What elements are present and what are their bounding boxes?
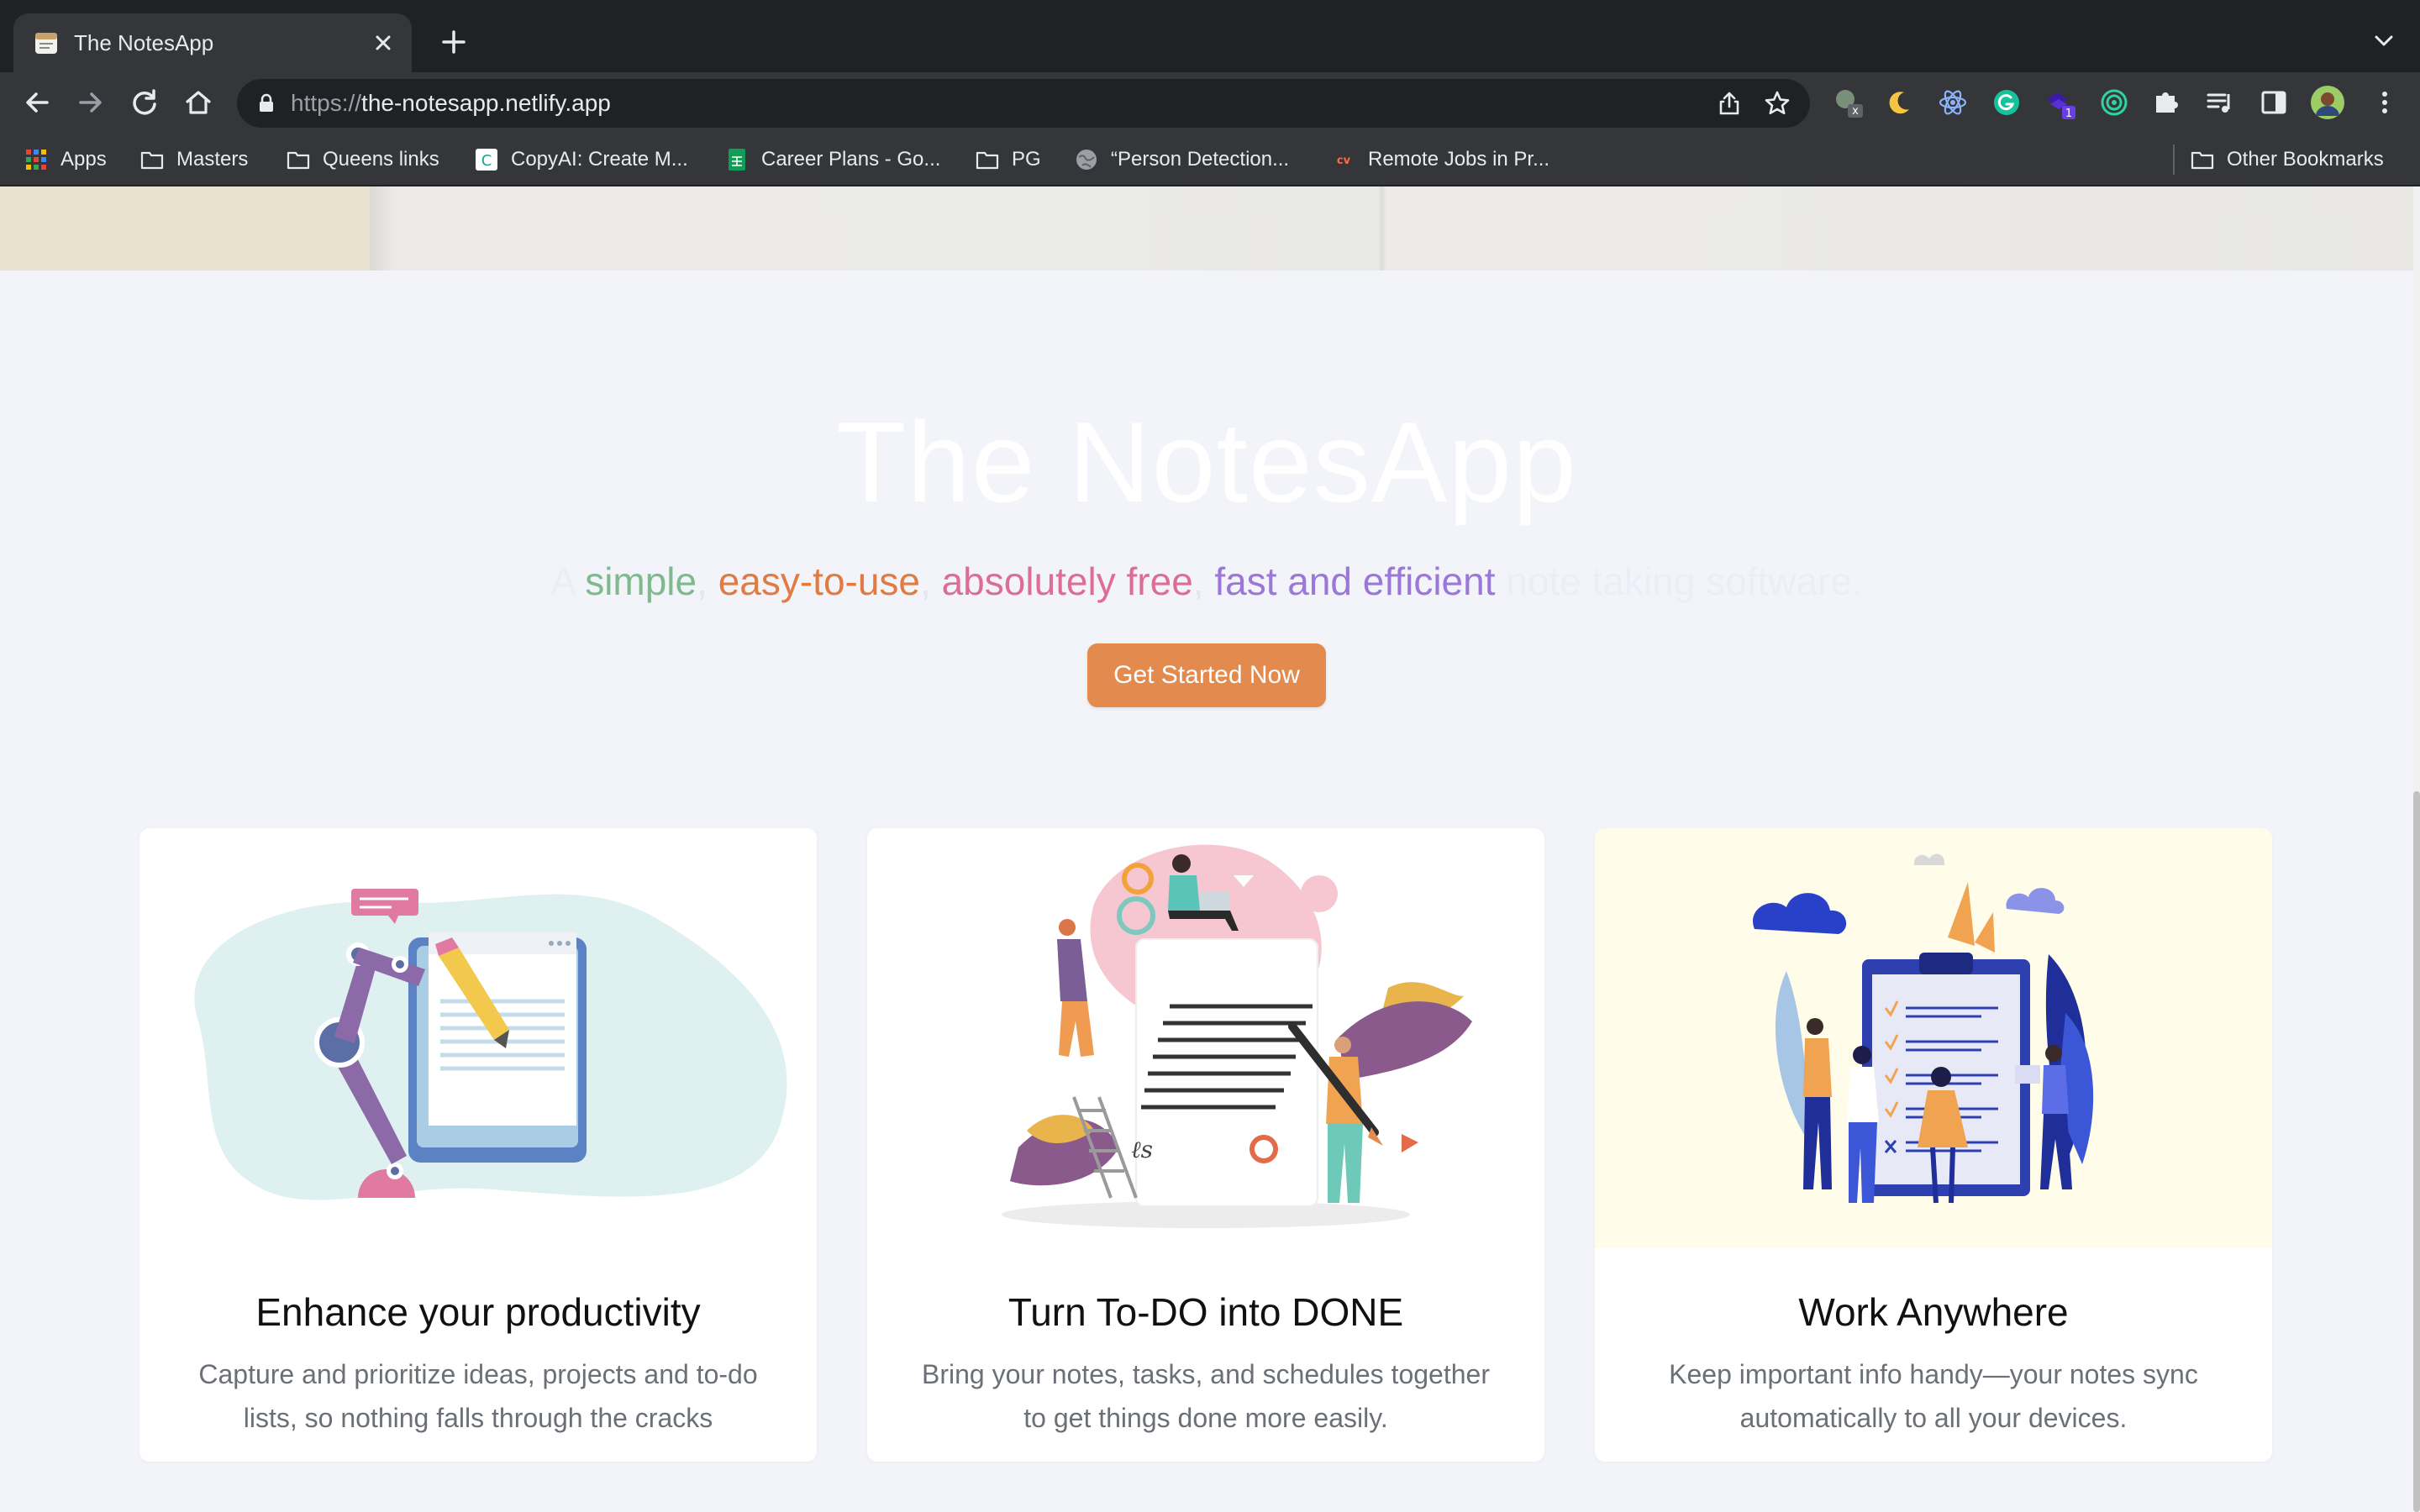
bookmark-label: Queens links (323, 148, 439, 171)
other-bookmarks[interactable]: Other Bookmarks (2190, 143, 2384, 176)
profile-avatar[interactable] (2309, 84, 2346, 121)
bookmark-label: CopyAI: Create M... (511, 148, 688, 171)
tagline-separator: , (697, 559, 718, 603)
bookmark-copyai[interactable]: C CopyAI: Create M... (474, 143, 688, 176)
team-checklist-illustration (1595, 828, 2272, 1248)
bookmark-label: Masters (176, 148, 249, 171)
new-tab-icon[interactable] (437, 25, 471, 59)
tagline-simple: simple (585, 559, 697, 603)
feature-title: Enhance your productivity (255, 1290, 701, 1334)
feature-title: Turn To-DO into DONE (1007, 1290, 1404, 1334)
tab-strip: The NotesApp (0, 0, 2420, 72)
bookmark-label: Career Plans - Go... (761, 148, 941, 171)
robot-arm-writing-illustration (194, 889, 787, 1200)
bookmark-pg[interactable]: PG (975, 143, 1041, 176)
browser-chrome: The NotesApp https://the-notesapp.netlif… (0, 0, 2420, 186)
tagline-suffix: note taking software. (1495, 559, 1863, 603)
svg-text:ℓs: ℓs (1131, 1136, 1153, 1163)
svg-text:C: C (481, 152, 492, 170)
home-icon[interactable] (182, 86, 215, 119)
bookmarks-bar: Apps Masters Queens links C CopyAI: Crea… (0, 133, 2420, 186)
moon-extension-icon[interactable] (1881, 84, 1918, 121)
svg-text:cv: cv (1337, 155, 1351, 167)
folder-icon (2191, 151, 2214, 170)
react-devtools-icon[interactable] (1934, 84, 1971, 121)
tagline-separator: , (1192, 559, 1215, 603)
team-building-document-illustration: ℓs (1002, 844, 1472, 1229)
hero-tagline: A simple, easy-to-use, absolutely free, … (0, 556, 2413, 606)
reload-icon[interactable] (128, 86, 161, 119)
extension-x-badge: x (1852, 105, 1859, 118)
more-menu-icon[interactable] (2366, 84, 2403, 121)
lock-icon[interactable] (257, 93, 276, 113)
tagline-easy-to-use: easy-to-use (718, 559, 921, 603)
url-text[interactable]: https://the-notesapp.netlify.app (291, 89, 611, 118)
feature-card-productivity: Enhance your productivity Capture and pr… (139, 828, 817, 1462)
folder-icon (140, 151, 164, 170)
url-scheme: https:// (291, 90, 362, 116)
feature-description: Bring your notes, tasks, and schedules t… (922, 1359, 1490, 1433)
bookmark-star-icon[interactable] (1763, 89, 1791, 118)
bookmarks-divider (2173, 144, 2175, 175)
feature-description: Keep important info handy—your notes syn… (1669, 1359, 2198, 1433)
media-queue-icon[interactable] (2202, 84, 2238, 121)
chevron-down-icon[interactable] (2370, 27, 2398, 55)
folder-icon (287, 151, 310, 170)
bookmark-career-plans[interactable]: Career Plans - Go... (724, 143, 940, 176)
money-extension-icon[interactable]: x (1828, 84, 1865, 121)
cv-icon: cv (1337, 155, 1351, 167)
stacked-extension-icon[interactable]: 1 (2042, 84, 2079, 121)
tagline-prefix: A (550, 559, 586, 603)
puzzle-extensions-icon[interactable] (2148, 84, 2185, 121)
bookmark-remote-jobs[interactable]: cv Remote Jobs in Pr... (1331, 143, 1549, 176)
tab-title: The NotesApp (74, 30, 214, 55)
url-host: the-notesapp.netlify.app (361, 90, 611, 116)
get-started-button[interactable]: Get Started Now (1087, 643, 1326, 707)
bookmark-label: Apps (60, 148, 107, 171)
forward-icon[interactable] (74, 86, 108, 119)
feature-title: Work Anywhere (1798, 1290, 2069, 1334)
back-icon[interactable] (20, 86, 54, 119)
apps-grid-icon (26, 150, 46, 170)
bookmark-label: “Person Detection... (1111, 148, 1290, 171)
sheets-icon (729, 149, 745, 171)
hero-image-bottom (0, 186, 2413, 270)
address-bar[interactable]: https://the-notesapp.netlify.app (237, 79, 1810, 128)
scrollbar-thumb[interactable] (2413, 791, 2420, 1512)
target-extension-icon[interactable] (2096, 84, 2133, 121)
bookmark-person-detection[interactable]: “Person Detection... (1074, 143, 1289, 176)
bookmark-label: PG (1012, 148, 1041, 171)
share-icon[interactable] (1716, 90, 1743, 117)
tagline-separator: , (920, 559, 942, 603)
folder-icon (976, 151, 999, 170)
bookmark-masters[interactable]: Masters (139, 143, 248, 176)
tagline-fast: fast and efficient (1214, 559, 1496, 603)
extension-count-badge: 1 (2065, 108, 2072, 120)
side-panel-icon[interactable] (2255, 84, 2292, 121)
tagline-free: absolutely free (941, 559, 1193, 603)
notes-favicon-icon (35, 33, 57, 54)
feature-card-anywhere: Work Anywhere Keep important info handy—… (1595, 828, 2272, 1462)
page-content: The NotesApp A simple, easy-to-use, abso… (0, 186, 2420, 1512)
browser-toolbar: https://the-notesapp.netlify.app x 1 (0, 72, 2420, 133)
globe-icon (1076, 150, 1097, 170)
bookmark-queens-links[interactable]: Queens links (286, 143, 439, 176)
bookmark-label: Remote Jobs in Pr... (1368, 148, 1550, 171)
hero-title: The NotesApp (836, 398, 1577, 526)
feature-card-todo: ℓs Turn To-DO into DONE Bring your notes (867, 828, 1544, 1462)
other-bookmarks-label: Other Bookmarks (2227, 148, 2384, 171)
bookmark-apps[interactable]: Apps (24, 143, 107, 176)
close-tab-icon[interactable] (368, 28, 398, 58)
feature-description: Capture and prioritize ideas, projects a… (198, 1359, 758, 1433)
grammarly-icon[interactable] (1988, 84, 2025, 121)
copyai-icon: C (476, 149, 497, 171)
browser-tab[interactable]: The NotesApp (13, 13, 412, 72)
